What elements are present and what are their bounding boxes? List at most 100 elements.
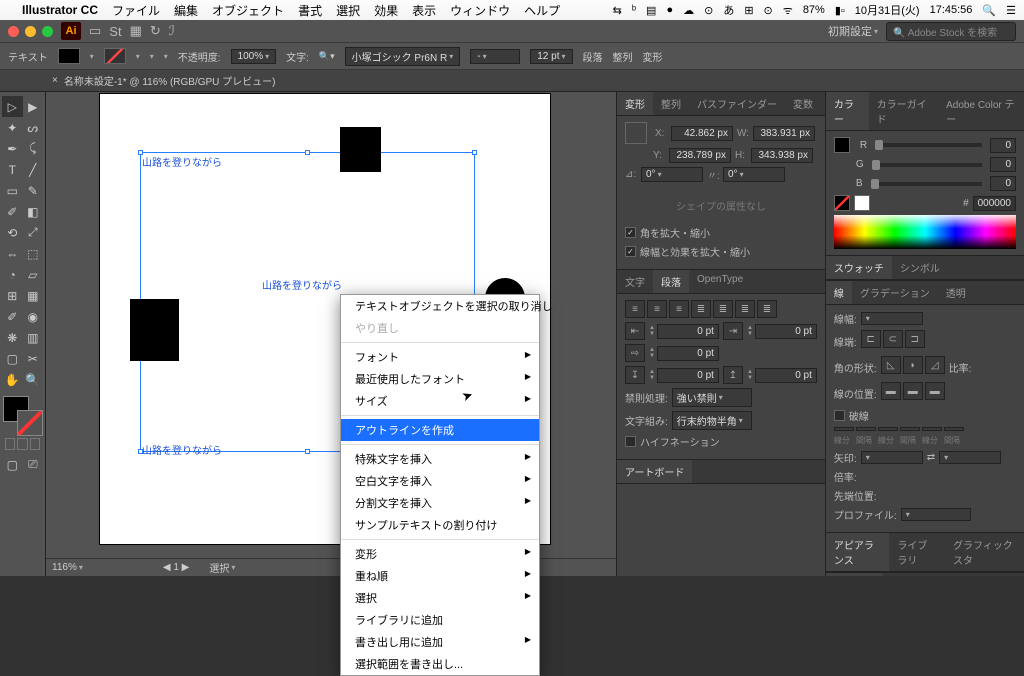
artboard-tool[interactable]: ▢ (2, 348, 23, 369)
w-value[interactable]: 383.931 px (753, 126, 815, 141)
mojikumi-select[interactable]: 行末約物半角 (672, 411, 752, 430)
menu-edit[interactable]: 編集 (174, 2, 198, 19)
close-icon[interactable] (8, 26, 19, 37)
tab-libraries[interactable]: ライブラリ (889, 533, 945, 571)
join-miter-icon[interactable]: ◺ (881, 356, 901, 374)
shape-builder-tool[interactable]: ◔ (2, 264, 23, 285)
tab-variables[interactable]: 変数 (785, 92, 821, 115)
join-round-icon[interactable]: ◗ (903, 356, 923, 374)
shaper-tool[interactable]: ✐ (2, 201, 23, 222)
hex-field[interactable]: 000000 (973, 196, 1016, 211)
mesh-tool[interactable]: ⊞ (2, 285, 23, 306)
cap-round-icon[interactable]: ⊂ (883, 330, 903, 348)
pen-tool[interactable]: ✒ (2, 138, 23, 159)
stroke-weight[interactable] (150, 52, 154, 61)
align-left-icon[interactable]: ≡ (625, 300, 645, 318)
context-menu-item[interactable]: サンプルテキストの割り付け (341, 514, 539, 536)
hand-tool[interactable]: ✋ (2, 369, 23, 390)
font-style[interactable]: - (470, 49, 520, 64)
align-outside-icon[interactable]: ▬ (925, 382, 945, 400)
app-name[interactable]: Illustrator CC (22, 3, 98, 17)
justify-all-icon[interactable]: ≣ (757, 300, 777, 318)
menu-window[interactable]: ウィンドウ (450, 2, 510, 19)
text-object[interactable]: 山路を登りながら (262, 277, 342, 292)
menu-select[interactable]: 選択 (336, 2, 360, 19)
symbol-sprayer-tool[interactable]: ❋ (2, 327, 23, 348)
status-mode[interactable]: 選択 (209, 560, 235, 575)
align-inside-icon[interactable]: ▬ (903, 382, 923, 400)
context-menu-item[interactable]: ライブラリに追加 (341, 609, 539, 631)
tab-adobe-color[interactable]: Adobe Color テー (938, 92, 1024, 130)
lasso-tool[interactable]: ᔕ (23, 117, 44, 138)
blend-tool[interactable]: ◉ (23, 306, 44, 327)
minimize-icon[interactable] (25, 26, 36, 37)
space-before[interactable]: 0 pt (657, 368, 719, 383)
screen-mode-btn[interactable]: ⎚ (23, 454, 44, 475)
tab-color[interactable]: カラー (826, 92, 869, 130)
text-object[interactable]: 山路を登りながら (142, 442, 222, 457)
direct-selection-tool[interactable]: ▶ (23, 96, 44, 117)
menu-file[interactable]: ファイル (112, 2, 160, 19)
stock-search[interactable]: 🔍 Adobe Stock を検索 (886, 22, 1016, 41)
white-chip[interactable] (854, 195, 870, 211)
none-mode-icon[interactable] (30, 438, 40, 450)
first-line[interactable]: 0 pt (657, 346, 719, 361)
tab-color-guide[interactable]: カラーガイド (869, 92, 938, 130)
context-menu-item[interactable]: 書き出し用に追加 (341, 631, 539, 653)
context-menu-item[interactable]: サイズ (341, 390, 539, 412)
indent-left[interactable]: 0 pt (657, 324, 719, 339)
context-menu-item[interactable]: フォント (341, 346, 539, 368)
panel-icon[interactable]: ▭ (89, 23, 101, 39)
fill-swatch[interactable] (58, 48, 80, 64)
tab-swatches[interactable]: スウォッチ (826, 256, 892, 279)
tab-graphic-styles[interactable]: グラフィックスタ (945, 533, 1024, 571)
rectangle-object[interactable] (340, 127, 381, 172)
curvature-tool[interactable]: ⤹ (23, 138, 44, 159)
perspective-tool[interactable]: ▱ (23, 264, 44, 285)
x-value[interactable]: 42.862 px (671, 126, 733, 141)
line-tool[interactable]: ╱ (23, 159, 44, 180)
rotate-value[interactable]: 0° (641, 167, 703, 182)
tab-artboards[interactable]: アートボード (617, 460, 692, 483)
context-menu-item[interactable]: 特殊文字を挿入 (341, 448, 539, 470)
spotlight-icon[interactable]: 🔍 (982, 4, 996, 17)
gradient-tool[interactable]: ▦ (23, 285, 44, 306)
brush-icon[interactable]: ℐ (169, 23, 175, 39)
tab-char[interactable]: 文字 (617, 270, 653, 293)
color-spectrum[interactable] (834, 215, 1016, 249)
align-center-icon[interactable]: ≡ (647, 300, 667, 318)
selection-tool[interactable]: ▷ (2, 96, 23, 117)
font-family[interactable]: 小塚ゴシック Pr6N R (345, 47, 461, 66)
rotate-tool[interactable]: ⟲ (2, 222, 23, 243)
b-slider[interactable] (871, 182, 982, 186)
type-tool[interactable]: T (2, 159, 23, 180)
menu-effect[interactable]: 効果 (374, 2, 398, 19)
fill-chip[interactable] (834, 137, 850, 153)
scale-tool[interactable]: ⤢ (23, 222, 44, 243)
context-menu-item[interactable]: 最近使用したフォント (341, 368, 539, 390)
context-menu-item[interactable]: 選択範囲を書き出し... (341, 653, 539, 675)
indent-right[interactable]: 0 pt (755, 324, 817, 339)
menu-help[interactable]: ヘルプ (524, 2, 560, 19)
align-panel-link[interactable]: 整列 (613, 49, 633, 64)
rectangle-object[interactable] (130, 299, 179, 361)
justify-right-icon[interactable]: ≣ (735, 300, 755, 318)
menu-view[interactable]: 表示 (412, 2, 436, 19)
context-menu-item[interactable]: 重ね順 (341, 565, 539, 587)
eraser-tool[interactable]: ◧ (23, 201, 44, 222)
join-bevel-icon[interactable]: ◿ (925, 356, 945, 374)
none-chip[interactable] (834, 195, 850, 211)
panel-icon[interactable]: St (109, 24, 121, 39)
cap-square-icon[interactable]: ⊐ (905, 330, 925, 348)
sync-icon[interactable]: ↻ (150, 23, 161, 39)
tab-opentype[interactable]: OpenType (689, 270, 751, 293)
align-right-icon[interactable]: ≡ (669, 300, 689, 318)
h-value[interactable]: 343.938 px (751, 148, 813, 163)
g-slider[interactable] (872, 163, 982, 167)
opacity-field[interactable]: 100% (231, 49, 277, 64)
color-mode-icon[interactable] (5, 438, 15, 450)
shear-value[interactable]: 0° (723, 167, 785, 182)
tab-pathfinder[interactable]: パスファインダー (689, 92, 785, 115)
screen-mode-icon[interactable]: ▢ (2, 454, 23, 475)
align-center-icon[interactable]: ▬ (881, 382, 901, 400)
